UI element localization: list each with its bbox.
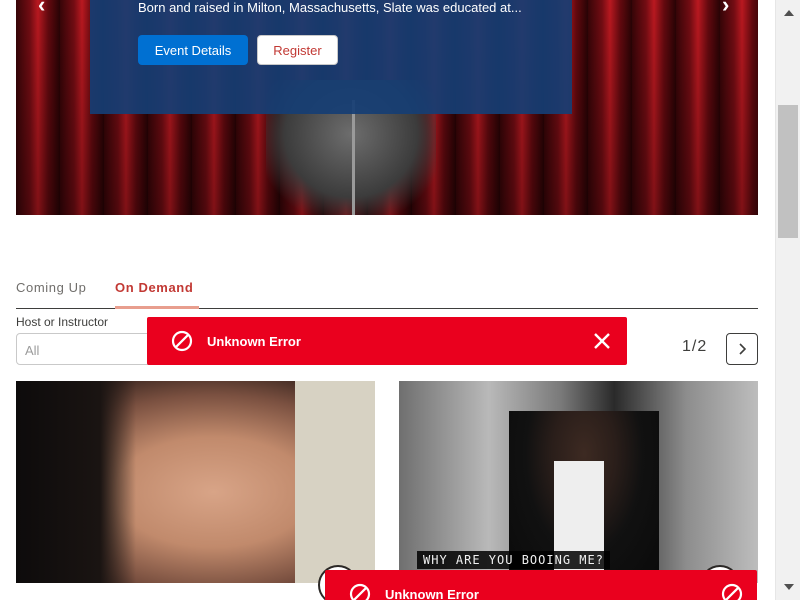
toast-message: Unknown Error (207, 333, 301, 349)
microphone-stand (352, 100, 355, 215)
tab-coming-up[interactable]: Coming Up (16, 280, 86, 309)
video-card[interactable]: WHY ARE YOU BOOING ME? (399, 381, 758, 583)
scroll-up-icon[interactable] (776, 4, 800, 22)
hero-banner: ‹ › Born and raised in Milton, Massachus… (16, 0, 758, 215)
register-button[interactable]: Register (257, 35, 338, 65)
vertical-scrollbar[interactable] (775, 0, 800, 600)
ban-icon (171, 330, 193, 352)
tab-bar: Coming Up On Demand (16, 270, 758, 309)
tab-on-demand[interactable]: On Demand (115, 280, 199, 309)
card-image-background (295, 381, 375, 583)
host-filter-select[interactable]: All (16, 333, 156, 365)
close-icon[interactable] (591, 330, 613, 352)
video-card[interactable] (16, 381, 375, 583)
scroll-down-icon[interactable] (776, 578, 800, 596)
hero-info-panel: Born and raised in Milton, Massachusetts… (90, 0, 572, 114)
toast-message: Unknown Error (385, 586, 479, 600)
error-toast: Unknown Error (325, 570, 757, 600)
chevron-right-icon (739, 343, 747, 355)
ban-icon (349, 583, 371, 600)
host-filter-label: Host or Instructor (16, 315, 109, 329)
page-indicator: 1/2 (682, 338, 708, 355)
error-toast: Unknown Error (147, 317, 627, 365)
next-page-button[interactable] (726, 333, 758, 365)
video-caption: WHY ARE YOU BOOING ME? (417, 551, 610, 569)
carousel-next-icon[interactable]: › (722, 0, 729, 18)
card-image-hair (16, 381, 136, 583)
page: ‹ › Born and raised in Milton, Massachus… (0, 0, 800, 600)
ban-icon[interactable] (721, 583, 743, 600)
carousel-prev-icon[interactable]: ‹ (38, 0, 45, 18)
hero-description: Born and raised in Milton, Massachusetts… (138, 0, 522, 15)
scroll-thumb[interactable] (778, 105, 798, 238)
event-details-button[interactable]: Event Details (138, 35, 248, 65)
